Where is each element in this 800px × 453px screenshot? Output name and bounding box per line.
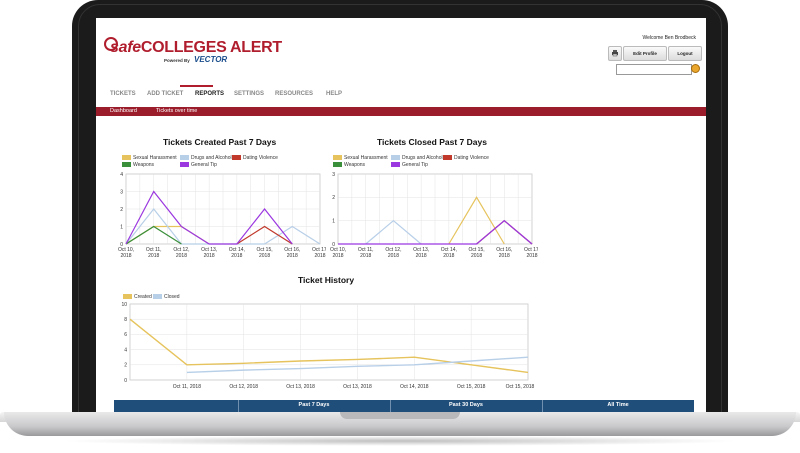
legend-item[interactable]: General Tip	[180, 162, 217, 168]
legend-item[interactable]: Sexual Harassment	[122, 155, 177, 161]
stats-table-header: Past 7 Days Past 30 Days All Time	[114, 400, 694, 412]
subnav-tickets-over-time[interactable]: Tickets over time	[156, 108, 197, 114]
y-tick-label: 0	[124, 378, 127, 384]
laptop-notch	[340, 412, 460, 419]
table-header-30-days[interactable]: Past 30 Days	[390, 402, 542, 408]
chart3-title: Ticket History	[298, 275, 355, 285]
logo-vector: VECTOR	[194, 55, 228, 64]
search-go-icon[interactable]	[691, 64, 700, 73]
x-tick-label: 2018	[259, 253, 270, 259]
logo-colleges: COLLEGES	[140, 39, 227, 56]
nav-active-indicator	[180, 85, 213, 87]
chart3-svg: 0 2 4 6 8 10 Oct 11, 2018 Oct 12, 2018 Oct 13, 2…	[121, 302, 535, 390]
table-header-7-days[interactable]: Past 7 Days	[238, 402, 390, 408]
legend-item[interactable]: General Tip	[391, 162, 428, 168]
x-tick-label: 2018	[231, 253, 242, 259]
nav-help[interactable]: HELP	[326, 91, 342, 97]
x-tick-label: Oct 13, 2018	[286, 384, 315, 390]
x-tick-label: 2018	[204, 253, 215, 259]
legend-item[interactable]: Dating Violence	[443, 155, 489, 161]
y-tick-label: 1	[120, 224, 123, 230]
x-tick-label: Oct 13, 2018	[343, 384, 372, 390]
chart3-legend: Created Closed	[123, 294, 243, 302]
y-tick-label: 4	[124, 347, 127, 353]
table-header-all-time[interactable]: All Time	[542, 402, 694, 408]
legend-item[interactable]: Dating Violence	[232, 155, 278, 161]
x-tick-label: Oct 15, 2018	[506, 384, 535, 390]
logout-button[interactable]: Logout	[668, 46, 702, 61]
y-tick-label: 6	[124, 332, 127, 338]
y-tick-label: 4	[120, 172, 123, 178]
nav-add-ticket[interactable]: ADD TICKET	[147, 91, 183, 97]
x-tick-label: 2018	[499, 253, 510, 259]
x-tick-label: 2018	[416, 253, 427, 259]
chart1-title: Tickets Created Past 7 Days	[163, 137, 277, 147]
chart2-legend: Sexual Harassment Drugs and Alcohol Dati…	[333, 155, 533, 171]
legend-item[interactable]: Drugs and Alcohol	[391, 155, 443, 161]
edit-profile-button[interactable]: Edit Profile	[623, 46, 667, 61]
x-tick-label: 2018	[471, 253, 482, 259]
chart1-svg: 01234Oct 10,2018Oct 11,2018Oct 12,2018Oc…	[118, 172, 326, 259]
nav-tickets[interactable]: TICKETS	[110, 91, 136, 97]
chart1-legend: Sexual Harassment Drugs and Alcohol Dati…	[122, 155, 322, 171]
x-tick-label: 2018	[388, 253, 399, 259]
y-tick-label: 2	[332, 195, 335, 201]
y-tick-label: 3	[332, 172, 335, 178]
logo-powered-by: Powered By	[164, 58, 190, 63]
y-tick-label: 2	[120, 207, 123, 213]
logo-alert: ALERT	[230, 39, 282, 56]
logo-safe: safe	[110, 39, 141, 56]
search-input[interactable]	[616, 64, 692, 75]
x-tick-label: 2018	[287, 253, 298, 259]
x-tick-label: 2018	[148, 253, 159, 259]
sub-nav: Dashboard Tickets over time	[96, 107, 706, 116]
screen: safeCOLLEGES ALERT Powered By VECTOR Wel…	[96, 18, 706, 412]
plot-area	[129, 303, 529, 381]
nav-settings[interactable]: SETTINGS	[234, 91, 264, 97]
x-tick-label: Oct 14, 2018	[400, 384, 429, 390]
laptop-shadow	[60, 436, 740, 446]
y-tick-label: 10	[121, 302, 127, 308]
x-tick-label: 2018	[443, 253, 454, 259]
welcome-text: Welcome Ben Brodbeck	[642, 35, 696, 41]
y-tick-label: 2	[124, 363, 127, 369]
x-tick-label: 2018	[526, 253, 537, 259]
x-tick-label: Oct 15, 2018	[457, 384, 486, 390]
nav-reports[interactable]: REPORTS	[195, 91, 224, 97]
subnav-dashboard[interactable]: Dashboard	[110, 108, 137, 114]
print-button[interactable]	[608, 46, 622, 61]
y-tick-label: 3	[120, 189, 123, 195]
print-icon	[612, 50, 618, 57]
x-tick-label: 2018	[120, 253, 131, 259]
x-tick-label: 2018	[176, 253, 187, 259]
legend-item[interactable]: Closed	[153, 294, 180, 300]
y-tick-label: 1	[332, 218, 335, 224]
x-tick-label: 2018	[314, 253, 325, 259]
chart2-title: Tickets Closed Past 7 Days	[377, 137, 487, 147]
x-tick-label: 2018	[332, 253, 343, 259]
x-tick-label: 2018	[360, 253, 371, 259]
y-tick-label: 8	[124, 317, 127, 323]
legend-item[interactable]: Weapons	[122, 162, 154, 168]
legend-item[interactable]: Created	[123, 294, 152, 300]
legend-item[interactable]: Sexual Harassment	[333, 155, 388, 161]
legend-item[interactable]: Weapons	[333, 162, 365, 168]
x-tick-label: Oct 12, 2018	[229, 384, 258, 390]
chart2-svg: 0123Oct 10,2018Oct 11,2018Oct 12,2018Oct…	[330, 172, 538, 259]
nav-resources[interactable]: RESOURCES	[275, 91, 313, 97]
legend-item[interactable]: Drugs and Alcohol	[180, 155, 232, 161]
x-tick-label: Oct 11, 2018	[173, 384, 201, 390]
